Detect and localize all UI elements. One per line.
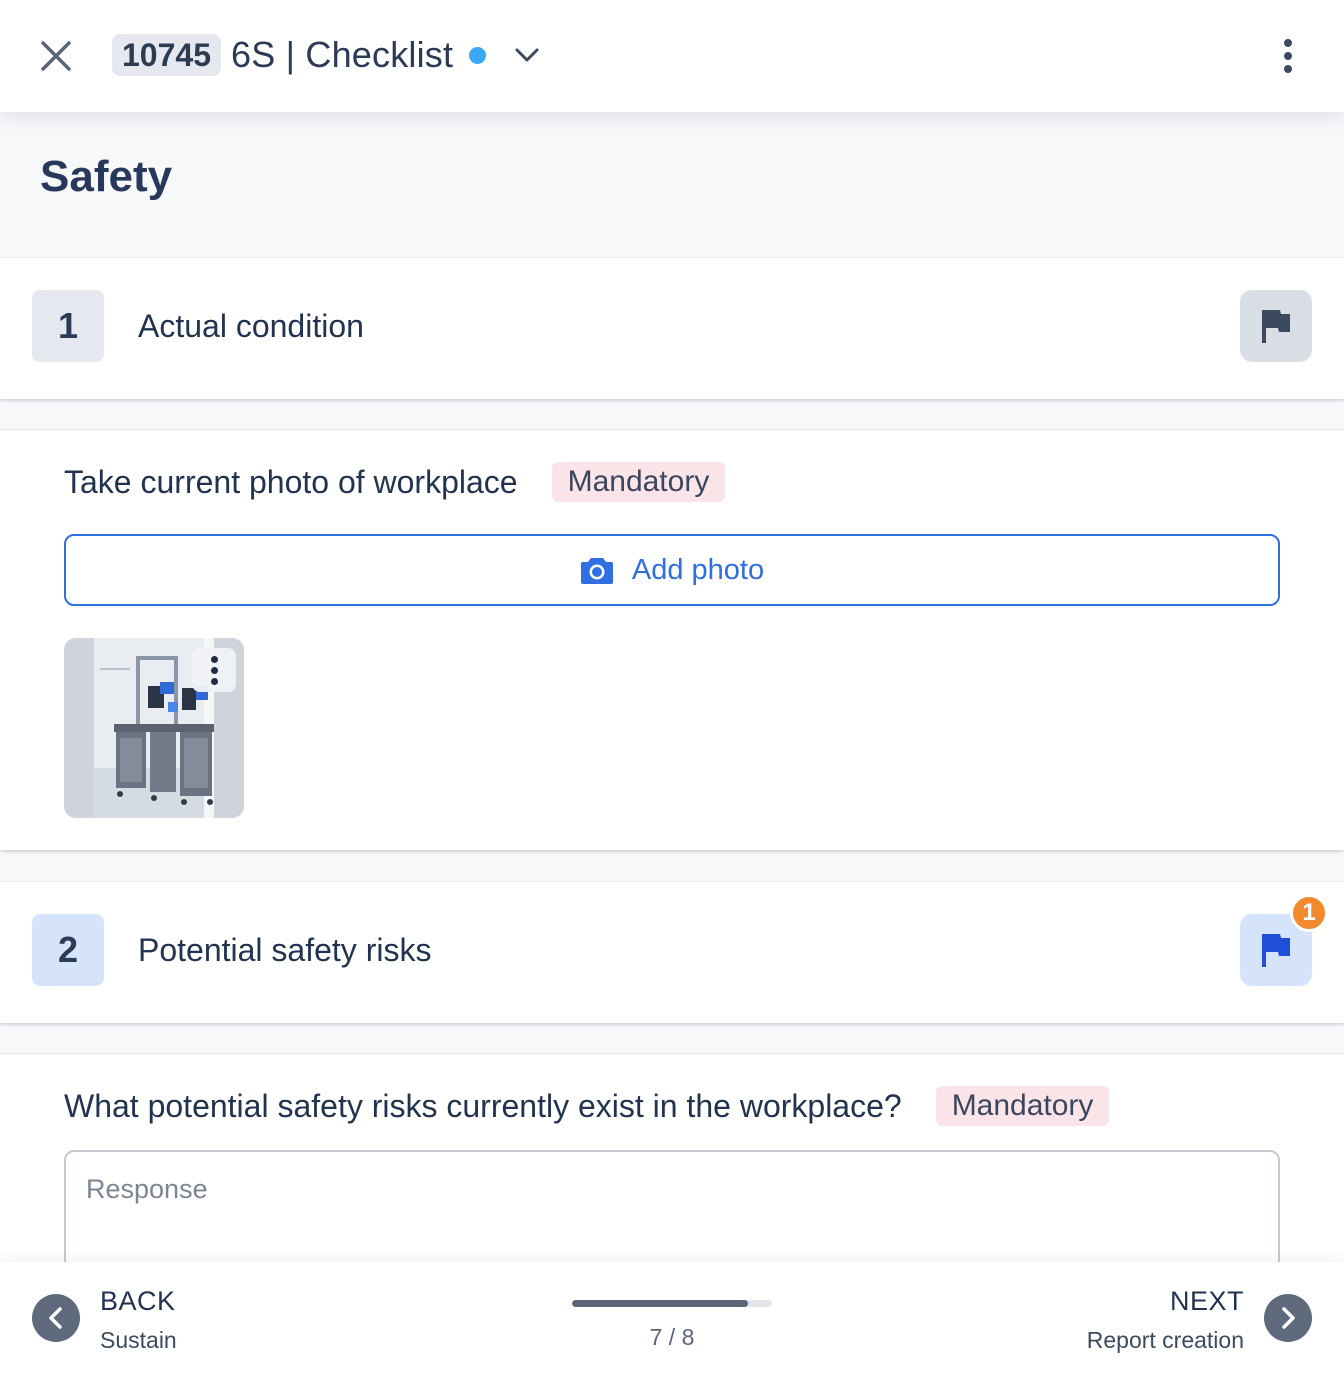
mandatory-badge: Mandatory (551, 462, 726, 502)
photo-thumbnail[interactable] (64, 638, 244, 818)
flag-count-badge: 1 (1290, 894, 1328, 932)
category-number: 1 (32, 290, 104, 362)
camera-icon (580, 558, 613, 584)
flag-button[interactable] (1240, 290, 1312, 362)
next-subtitle: Report creation (1086, 1327, 1244, 1353)
chevron-right-icon (1282, 1307, 1295, 1329)
next-title: NEXT (1169, 1286, 1244, 1316)
next-button[interactable] (1264, 1294, 1312, 1342)
flag-button[interactable]: 1 (1240, 894, 1328, 986)
footer-navigation: BACK Sustain 7 / 8 NEXT Report creation (0, 1262, 1344, 1374)
add-photo-button[interactable]: Add photo (64, 534, 1280, 606)
category-row-1[interactable]: 1 Actual condition (0, 257, 1344, 399)
page-title: Safety (40, 152, 173, 201)
category-row-2[interactable]: 2 Potential safety risks 1 (0, 881, 1344, 1023)
flag-icon (1262, 934, 1290, 967)
back-link[interactable]: BACK Sustain (100, 1286, 177, 1354)
step-counter: 7 / 8 (649, 1324, 695, 1350)
question-text: Take current photo of workplace (64, 463, 518, 500)
mandatory-badge: Mandatory (935, 1086, 1110, 1126)
checklist-id-chip: 10745 (112, 34, 221, 76)
category-number: 2 (32, 914, 104, 986)
back-subtitle: Sustain (100, 1327, 177, 1353)
question-text: What potential safety risks currently ex… (64, 1087, 902, 1124)
chevron-down-icon (515, 48, 539, 62)
flag-icon (1262, 310, 1290, 343)
category-label: Actual condition (138, 308, 364, 344)
category-label: Potential safety risks (138, 932, 432, 968)
chevron-left-icon (49, 1307, 62, 1329)
next-link[interactable]: NEXT Report creation (1087, 1286, 1244, 1354)
checklist-title: 10745 6S | Checklist (112, 32, 542, 78)
close-icon (41, 41, 71, 71)
photo-options-button[interactable] (192, 648, 236, 692)
checklist-title-text: 6S | Checklist (230, 34, 454, 75)
close-button[interactable] (32, 34, 80, 78)
title-dropdown-button[interactable] (512, 40, 542, 70)
progress-fill (572, 1300, 748, 1307)
status-dot (469, 46, 487, 64)
more-vertical-icon (210, 655, 218, 663)
back-button[interactable] (32, 1294, 80, 1342)
more-options-button[interactable] (1268, 36, 1308, 76)
back-title: BACK (100, 1286, 176, 1316)
question-card-photo: Take current photo of workplace Mandator… (0, 429, 1344, 850)
top-bar: 10745 6S | Checklist (0, 0, 1344, 112)
progress-bar (572, 1300, 772, 1307)
more-vertical-icon (1284, 39, 1292, 47)
add-photo-label: Add photo (631, 553, 765, 586)
